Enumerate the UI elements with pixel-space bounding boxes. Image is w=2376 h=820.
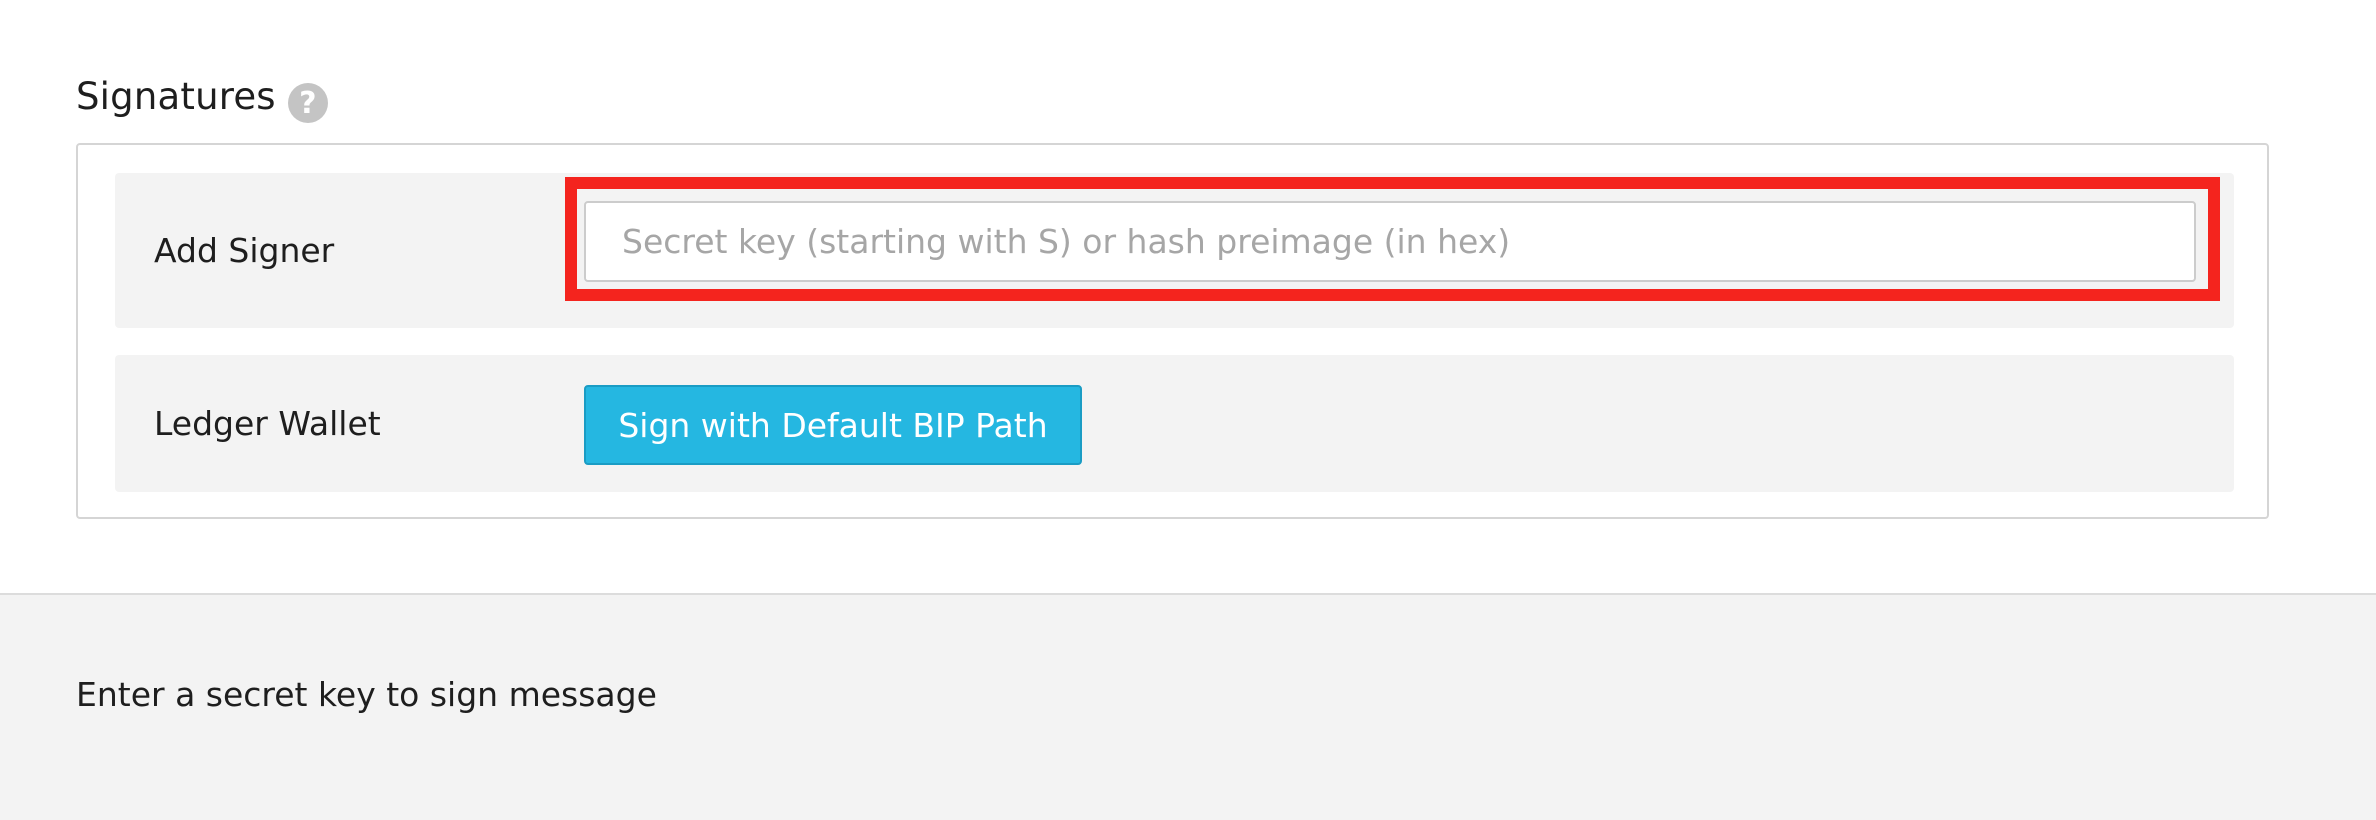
secret-key-input[interactable] (584, 201, 2196, 282)
signatures-section: Signatures ? Add Signer Ledger Wallet Si… (0, 0, 2376, 593)
section-title: Signatures (76, 74, 276, 118)
question-circle-icon[interactable]: ? (287, 83, 328, 123)
add-signer-label: Add Signer (154, 231, 335, 270)
ledger-wallet-label: Ledger Wallet (154, 404, 381, 443)
section-heading: Signatures ? (76, 66, 328, 126)
ledger-wallet-row: Ledger Wallet (115, 355, 2234, 492)
status-message: Enter a secret key to sign message (76, 675, 657, 714)
result-panel: Enter a secret key to sign message (0, 595, 2376, 820)
sign-with-default-bip-path-button[interactable]: Sign with Default BIP Path (584, 385, 1082, 465)
